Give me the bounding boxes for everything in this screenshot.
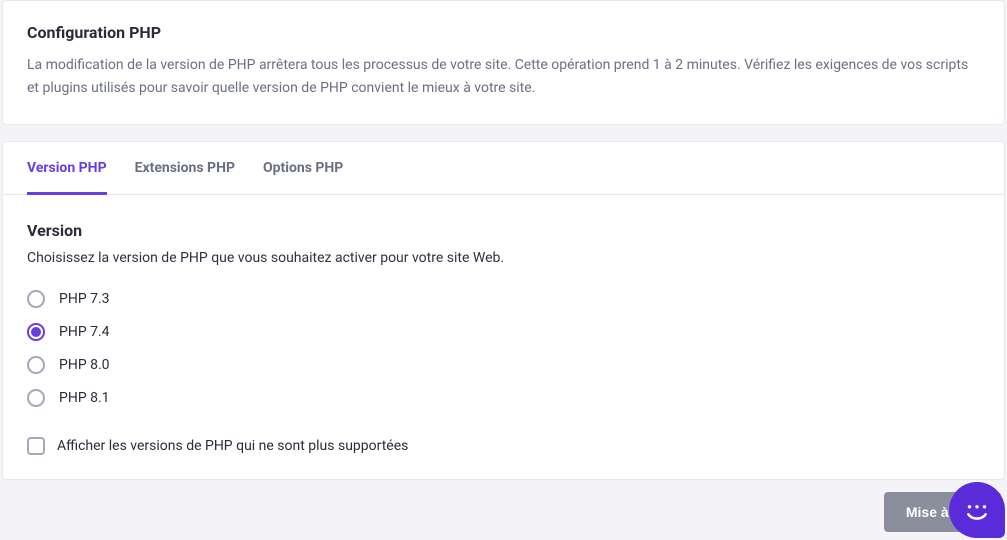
radio-label: PHP 7.3 xyxy=(59,291,110,307)
section-title: Version xyxy=(27,221,980,240)
config-header-card: Configuration PHP La modification de la … xyxy=(2,0,1005,125)
chat-icon xyxy=(962,495,992,525)
radio-php-7-3[interactable]: PHP 7.3 xyxy=(27,290,980,308)
tab-extensions-php[interactable]: Extensions PHP xyxy=(135,142,235,195)
chat-widget-button[interactable] xyxy=(949,482,1005,538)
radio-php-7-4[interactable]: PHP 7.4 xyxy=(27,323,980,341)
radio-label: PHP 8.1 xyxy=(59,390,110,406)
section-description: Choisissez la version de PHP que vous so… xyxy=(27,250,980,266)
page-description: La modification de la version de PHP arr… xyxy=(27,54,980,100)
checkbox-icon xyxy=(27,437,45,455)
main-card: Version PHP Extensions PHP Options PHP V… xyxy=(2,141,1005,480)
radio-icon xyxy=(27,356,45,374)
tab-version-php[interactable]: Version PHP xyxy=(27,142,107,195)
checkbox-label: Afficher les versions de PHP qui ne sont… xyxy=(57,438,408,454)
radio-php-8-0[interactable]: PHP 8.0 xyxy=(27,356,980,374)
radio-icon xyxy=(27,389,45,407)
radio-label: PHP 7.4 xyxy=(59,324,110,340)
radio-php-8-1[interactable]: PHP 8.1 xyxy=(27,389,980,407)
radio-icon xyxy=(27,290,45,308)
radio-icon xyxy=(27,323,45,341)
tab-options-php[interactable]: Options PHP xyxy=(263,142,343,195)
page-title: Configuration PHP xyxy=(27,23,980,42)
tab-content: Version Choisissez la version de PHP que… xyxy=(3,195,1004,479)
tabs-container: Version PHP Extensions PHP Options PHP xyxy=(3,142,1004,195)
radio-label: PHP 8.0 xyxy=(59,357,110,373)
show-unsupported-checkbox[interactable]: Afficher les versions de PHP qui ne sont… xyxy=(27,437,980,455)
php-version-list: PHP 7.3 PHP 7.4 PHP 8.0 PHP 8.1 xyxy=(27,290,980,407)
